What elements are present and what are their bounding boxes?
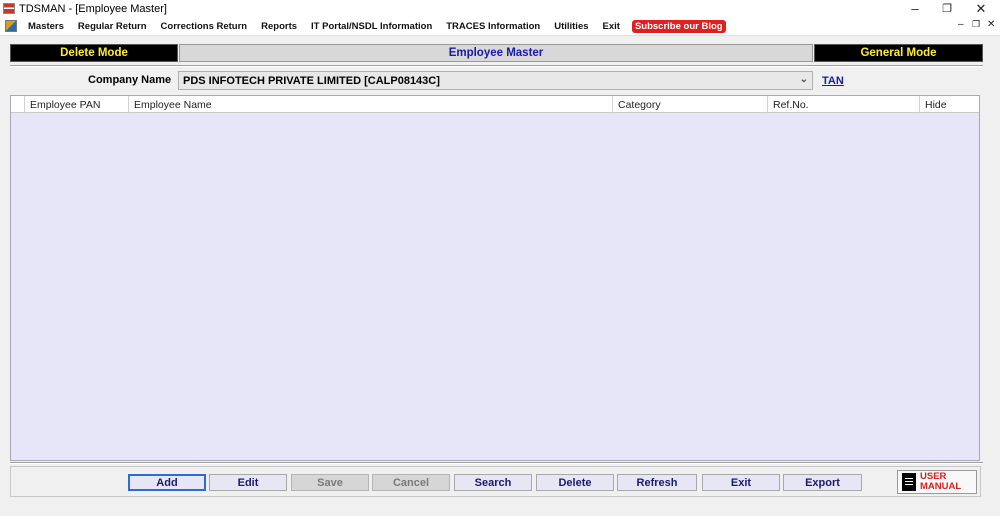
form-title: Employee Master: [179, 44, 813, 62]
menu-reports[interactable]: Reports: [254, 21, 304, 32]
export-button[interactable]: Export: [783, 474, 862, 491]
divider: [10, 65, 983, 67]
menu-masters[interactable]: Masters: [21, 21, 71, 32]
title-bar: TDSMAN - [Employee Master] – ❐ ✕: [0, 0, 1000, 17]
restore-button[interactable]: ❐: [932, 0, 962, 17]
minimize-button[interactable]: –: [900, 0, 930, 17]
divider: [10, 462, 983, 464]
book-icon: [902, 473, 916, 491]
menu-it-portal[interactable]: IT Portal/NSDL Information: [304, 21, 439, 32]
save-button[interactable]: Save: [291, 474, 369, 491]
table-header: Employee PAN Employee Name Category Ref.…: [11, 96, 979, 113]
chevron-down-icon: ⌄: [799, 74, 808, 85]
tan-link[interactable]: TAN: [822, 75, 844, 87]
menu-traces-information[interactable]: TRACES Information: [439, 21, 547, 32]
delete-mode-indicator: Delete Mode: [10, 44, 178, 62]
col-ref-no[interactable]: Ref.No.: [768, 96, 920, 113]
menu-bar: Masters Regular Return Corrections Retur…: [0, 17, 1000, 36]
general-mode-indicator: General Mode: [814, 44, 983, 62]
user-manual-line2: MANUAL: [920, 481, 962, 492]
menu-corrections-return[interactable]: Corrections Return: [154, 21, 255, 32]
menu-regular-return[interactable]: Regular Return: [71, 21, 154, 32]
cancel-button[interactable]: Cancel: [372, 474, 450, 491]
subscribe-blog-button[interactable]: Subscribe our Blog: [631, 19, 726, 33]
col-category[interactable]: Category: [613, 96, 768, 113]
close-button[interactable]: ✕: [966, 0, 996, 17]
menu-utilities[interactable]: Utilities: [547, 21, 595, 32]
company-select-value: PDS INFOTECH PRIVATE LIMITED [CALP08143C…: [183, 74, 440, 87]
add-button[interactable]: Add: [128, 474, 206, 491]
mdi-close-button[interactable]: ✕: [987, 19, 995, 30]
user-manual-button[interactable]: USER MANUAL: [897, 470, 977, 494]
edit-button[interactable]: Edit: [209, 474, 287, 491]
mdi-minimize-button[interactable]: –: [958, 19, 964, 30]
user-manual-label: USER MANUAL: [920, 472, 961, 492]
delete-button[interactable]: Delete: [536, 474, 614, 491]
company-select[interactable]: PDS INFOTECH PRIVATE LIMITED [CALP08143C…: [178, 71, 813, 90]
window-title: TDSMAN - [Employee Master]: [19, 2, 167, 15]
company-name-label: Company Name: [88, 74, 172, 86]
col-employee-name[interactable]: Employee Name: [129, 96, 613, 113]
app-icon: [3, 3, 15, 14]
col-employee-pan[interactable]: Employee PAN: [25, 96, 129, 113]
refresh-button[interactable]: Refresh: [617, 474, 697, 491]
menu-exit[interactable]: Exit: [596, 21, 627, 32]
document-menu-icon[interactable]: [5, 20, 17, 32]
row-selector-header: [11, 96, 25, 113]
mdi-restore-button[interactable]: ❐: [972, 19, 980, 30]
col-hide[interactable]: Hide: [920, 96, 977, 113]
exit-button[interactable]: Exit: [702, 474, 780, 491]
employee-table[interactable]: Employee PAN Employee Name Category Ref.…: [10, 95, 980, 461]
search-button[interactable]: Search: [454, 474, 532, 491]
